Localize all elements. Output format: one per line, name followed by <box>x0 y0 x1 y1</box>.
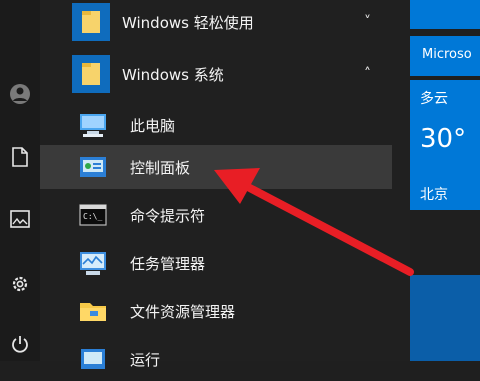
tile-microsoft[interactable]: Microso <box>410 36 480 76</box>
group-windows-system[interactable]: Windows 系统 ˄ <box>40 52 392 96</box>
folder-icon <box>72 55 110 93</box>
list-item-file-explorer[interactable]: 文件资源管理器 <box>40 289 392 333</box>
item-label: 文件资源管理器 <box>130 302 236 321</box>
documents-icon[interactable] <box>6 143 34 171</box>
item-label: 控制面板 <box>130 158 191 177</box>
app-list: Windows 轻松使用 ˅ Windows 系统 ˄ 此电脑 控制面板 C:\… <box>40 0 444 369</box>
chevron-down-icon[interactable]: ˅ <box>364 14 371 30</box>
command-prompt-icon: C:\_ <box>76 198 110 232</box>
left-rail <box>0 0 40 361</box>
list-item-this-pc[interactable]: 此电脑 <box>40 103 392 147</box>
chevron-up-icon[interactable]: ˄ <box>364 66 371 82</box>
run-icon <box>76 342 110 376</box>
pictures-icon[interactable] <box>6 205 34 233</box>
tile-label: Microso <box>422 47 472 62</box>
group-windows-ease-of-access[interactable]: Windows 轻松使用 ˅ <box>40 0 392 44</box>
settings-icon[interactable] <box>6 270 34 298</box>
weather-temperature: 30° <box>420 124 467 154</box>
weather-city: 北京 <box>420 187 448 203</box>
item-label: 命令提示符 <box>130 206 206 225</box>
item-label: 运行 <box>130 350 161 369</box>
weather-condition: 多云 <box>420 91 448 107</box>
task-manager-icon <box>76 246 110 280</box>
folder-icon <box>72 3 110 41</box>
group-label: Windows 轻松使用 <box>122 13 254 32</box>
tile-bottom[interactable] <box>410 275 480 361</box>
file-explorer-icon <box>76 294 110 328</box>
weather-tile[interactable]: 多云 30° 北京 <box>410 80 480 210</box>
svg-text:C:\_: C:\_ <box>83 212 102 221</box>
tiles-panel: Microso 多云 30° 北京 <box>410 0 480 361</box>
user-avatar-icon[interactable] <box>6 80 34 108</box>
list-item-task-manager[interactable]: 任务管理器 <box>40 241 392 285</box>
list-item-control-panel[interactable]: 控制面板 <box>40 145 392 189</box>
list-item-command-prompt[interactable]: C:\_ 命令提示符 <box>40 193 392 237</box>
group-label: Windows 系统 <box>122 65 224 84</box>
tile-top[interactable] <box>410 0 480 29</box>
list-item-run[interactable]: 运行 <box>40 337 392 381</box>
power-icon[interactable] <box>6 330 34 358</box>
control-panel-icon <box>76 150 110 184</box>
item-label: 任务管理器 <box>130 254 206 273</box>
item-label: 此电脑 <box>130 116 176 135</box>
this-pc-icon <box>76 108 110 142</box>
